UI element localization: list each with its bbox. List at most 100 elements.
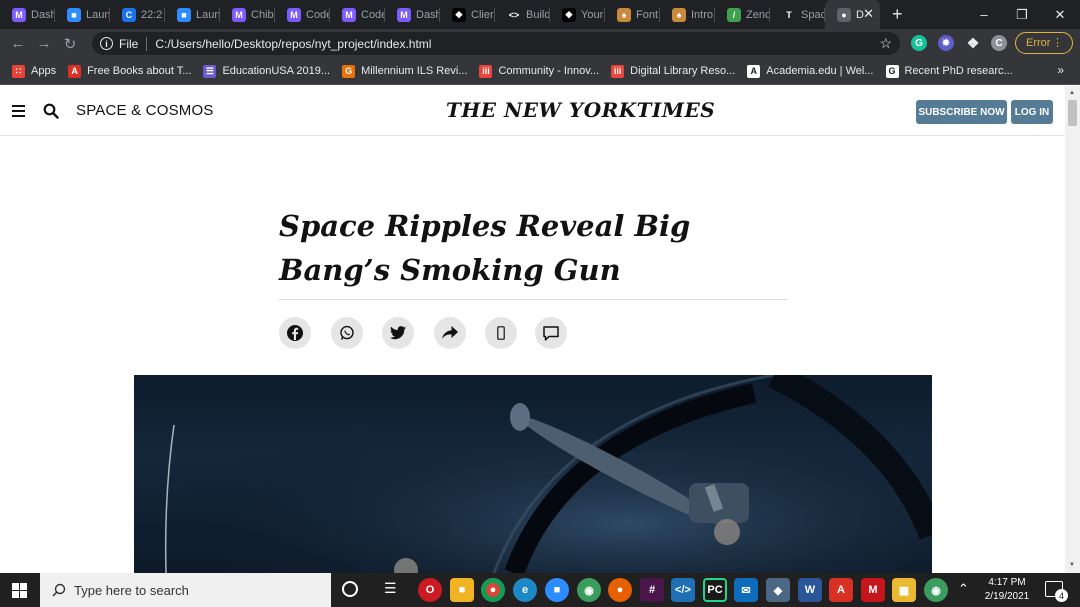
windows-start-icon[interactable]	[12, 583, 27, 598]
taskbar-search-box[interactable]: Type here to search	[40, 573, 331, 607]
twitter-icon[interactable]	[382, 317, 414, 349]
slack-icon[interactable]: #	[640, 578, 664, 602]
address-scheme: File	[119, 36, 139, 51]
clock-time: 4:17 PM	[988, 577, 1026, 588]
reload-icon[interactable]: ↻	[57, 35, 83, 53]
extensions-puzzle-icon[interactable]: ❖	[965, 35, 981, 51]
browser-tab[interactable]: ◆ Your	[550, 0, 605, 29]
bookmark-item[interactable]: iii Digital Library Reso...	[611, 64, 736, 78]
browser-tab[interactable]: ● D ✕	[825, 0, 880, 29]
bookmark-item[interactable]: ☰ EducationUSA 2019...	[203, 64, 330, 78]
page-scrollbar[interactable]: ▲ ▼	[1065, 86, 1080, 573]
tab-close-icon[interactable]: ✕	[863, 6, 874, 22]
windows-taskbar: Type here to search ☰ O ■ ● e ■ ◉ ● # </…	[0, 573, 1080, 607]
bookmark-label: Recent PhD researc...	[904, 65, 1013, 77]
bookmark-item[interactable]: A Free Books about T...	[68, 64, 191, 78]
address-bar[interactable]: i File C:/Users/hello/Desktop/repos/nyt_…	[92, 32, 900, 55]
bookmark-item[interactable]: iii Community - Innov...	[479, 64, 600, 78]
browser-tab[interactable]: M Dash	[0, 0, 55, 29]
browser-tab[interactable]: M Chib	[220, 0, 275, 29]
browser-tab[interactable]: M Code	[275, 0, 330, 29]
headline-divider	[279, 299, 787, 300]
browser-tab[interactable]: T Spac	[770, 0, 825, 29]
site-header: SPACE & COSMOS THE NEW YORKTIMES SUBSCRI…	[0, 86, 1065, 136]
tab-label: Spac	[801, 8, 825, 21]
bookmark-label: Community - Innov...	[498, 65, 600, 77]
browser-tab[interactable]: <> Build	[495, 0, 550, 29]
search-icon[interactable]	[43, 103, 59, 119]
site-logo[interactable]: THE NEW YORKTIMES	[446, 98, 715, 122]
mail-icon[interactable]: ✉	[734, 578, 758, 602]
facebook-icon[interactable]	[279, 317, 311, 349]
acrobat-icon[interactable]: A	[829, 578, 853, 602]
bookmark-item[interactable]: G Recent PhD researc...	[885, 64, 1013, 78]
virtualbox-icon[interactable]: ◆	[766, 578, 790, 602]
minimize-button[interactable]: –	[965, 0, 1003, 29]
bookmark-star-icon[interactable]: ☆	[879, 35, 892, 52]
extension-gear-icon[interactable]: ✸	[938, 35, 954, 51]
profile-avatar[interactable]: C	[991, 35, 1007, 51]
bookmark-item[interactable]: A Academia.edu | Wel...	[747, 64, 874, 78]
scroll-up-icon[interactable]: ▲	[1069, 90, 1075, 96]
zoom-icon[interactable]: ■	[545, 578, 569, 602]
tab-favicon-icon: /	[727, 7, 741, 22]
vscode-icon[interactable]: </>	[671, 578, 695, 602]
comment-icon[interactable]	[535, 317, 567, 349]
tab-favicon-icon: ◆	[562, 7, 576, 22]
browser-tab[interactable]: ■ Laun	[165, 0, 220, 29]
hero-image	[134, 375, 932, 573]
login-button[interactable]: LOG IN	[1011, 100, 1053, 124]
address-url[interactable]: C:/Users/hello/Desktop/repos/nyt_project…	[155, 37, 431, 51]
tab-label: Laun	[196, 8, 220, 21]
opera-icon[interactable]: O	[418, 578, 442, 602]
bookmark-item[interactable]: ∷ Apps	[12, 64, 56, 78]
cortana-icon[interactable]	[342, 581, 358, 597]
file-explorer-icon[interactable]: ▦	[892, 578, 916, 602]
browser-tab[interactable]: ■ Laun	[55, 0, 110, 29]
chrome-icon[interactable]: ●	[481, 578, 505, 602]
close-window-button[interactable]: ✕	[1041, 0, 1079, 29]
share-arrow-icon[interactable]	[434, 317, 466, 349]
maximize-button[interactable]: ❐	[1003, 0, 1041, 29]
browser-tab[interactable]: M Code	[330, 0, 385, 29]
taskbar-clock[interactable]: 4:17 PM 2/19/2021	[978, 576, 1036, 604]
browser-tab[interactable]: M Dash	[385, 0, 440, 29]
section-label[interactable]: SPACE & COSMOS	[76, 102, 214, 119]
error-button[interactable]: Error ⋮	[1015, 32, 1073, 54]
hamburger-menu-icon[interactable]	[12, 105, 25, 117]
scrollbar-thumb[interactable]	[1068, 100, 1077, 126]
mobile-icon[interactable]	[485, 317, 517, 349]
grammarly-icon[interactable]: G	[911, 35, 927, 51]
bookmark-item[interactable]: G Millennium ILS Revi...	[342, 64, 467, 78]
firefox-icon[interactable]: ●	[608, 578, 632, 602]
taskbar-search-placeholder: Type here to search	[74, 582, 189, 598]
scroll-down-icon[interactable]: ▼	[1069, 562, 1075, 568]
whatsapp-icon[interactable]	[331, 317, 363, 349]
app-globe-icon-2[interactable]: ◉	[924, 578, 948, 602]
notification-icon[interactable]: 4	[1045, 581, 1068, 602]
browser-tab[interactable]: / Zenc	[715, 0, 770, 29]
browser-tab[interactable]: C 22:2	[110, 0, 165, 29]
chevron-up-icon[interactable]: ⌃	[958, 581, 969, 597]
subscribe-button[interactable]: SUBSCRIBE NOW	[916, 100, 1007, 124]
pycharm-icon[interactable]: PC	[703, 578, 727, 602]
word-icon[interactable]: W	[798, 578, 822, 602]
kebab-menu-icon[interactable]: ⋮	[1052, 36, 1063, 49]
site-info-icon[interactable]: i	[100, 37, 113, 50]
back-icon[interactable]: ←	[5, 35, 31, 52]
browser-tab[interactable]: ◆ Clier	[440, 0, 495, 29]
bookmark-label: Academia.edu | Wel...	[766, 65, 874, 77]
bookmark-favicon-icon: A	[68, 64, 82, 78]
task-view-icon[interactable]: ☰	[384, 580, 397, 597]
new-tab-button[interactable]: +	[892, 4, 912, 25]
bookmark-label: Digital Library Reso...	[630, 65, 736, 77]
tab-label: Font	[636, 8, 659, 21]
store-icon[interactable]: ■	[450, 578, 474, 602]
bookmarks-overflow-icon[interactable]: »	[1057, 63, 1064, 77]
edge-icon[interactable]: e	[513, 578, 537, 602]
forward-icon[interactable]: →	[31, 35, 57, 52]
browser-tab[interactable]: ♠ Font	[605, 0, 660, 29]
browser-tab[interactable]: ♠ Intro	[660, 0, 715, 29]
app-globe-icon[interactable]: ◉	[577, 578, 601, 602]
mcafee-icon[interactable]: M	[861, 578, 885, 602]
